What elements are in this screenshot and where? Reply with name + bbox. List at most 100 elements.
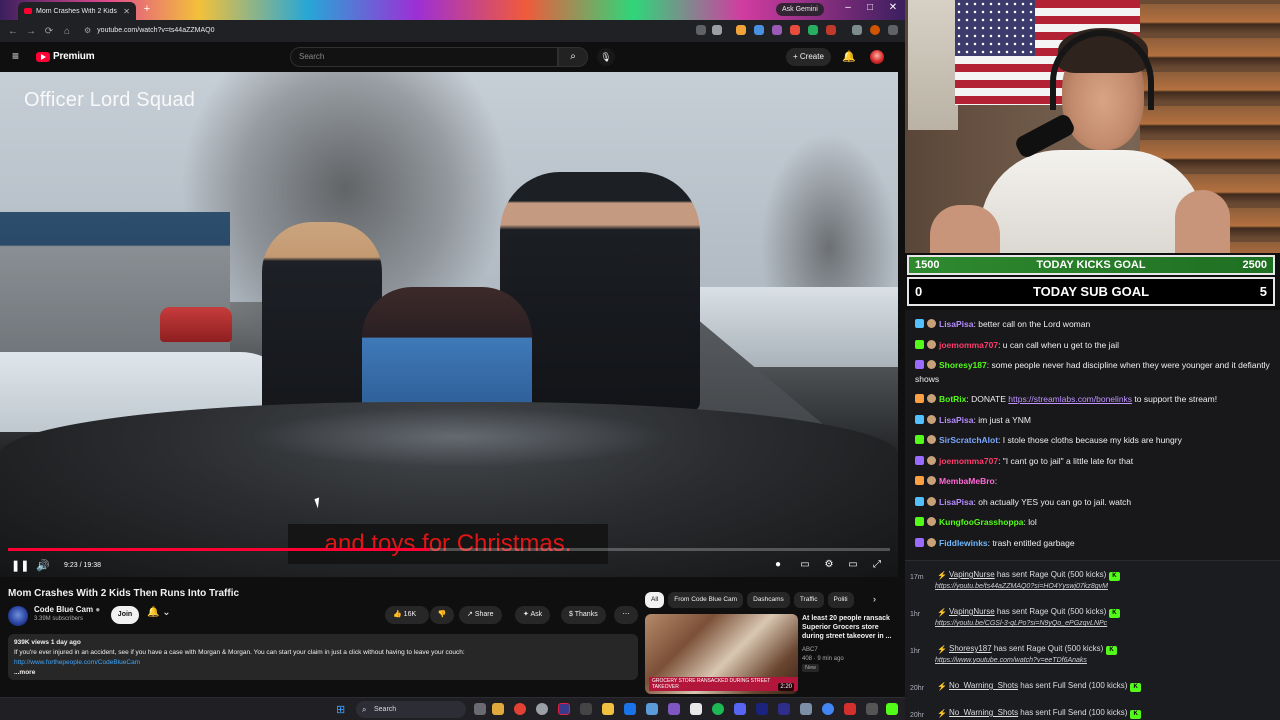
- chat-username[interactable]: MembaMeBro: [939, 476, 995, 486]
- chat-username[interactable]: joemomma707: [939, 456, 998, 466]
- pause-icon[interactable]: ❚❚: [11, 559, 29, 572]
- activity-link[interactable]: https://youtu.be/CGSl-3-qLPo?si=N9yQo_eP…: [935, 620, 1107, 627]
- app-icon[interactable]: [866, 703, 878, 715]
- discord-icon[interactable]: [734, 703, 746, 715]
- chat-username[interactable]: SirScratchAlot: [939, 435, 998, 445]
- extension-icon[interactable]: [772, 25, 782, 35]
- chat-username[interactable]: BotRix: [939, 394, 966, 404]
- bookmark-star-icon[interactable]: [712, 25, 722, 35]
- puzzle-icon[interactable]: [852, 25, 862, 35]
- like-button[interactable]: 👍 16K: [385, 606, 429, 624]
- recommended-thumbnail[interactable]: GROCERY STORE RANSACKED DURING STREET TA…: [645, 614, 798, 694]
- obs-icon[interactable]: [558, 703, 570, 715]
- app-icon[interactable]: [668, 703, 680, 715]
- chip-0[interactable]: All: [645, 592, 665, 608]
- dislike-button[interactable]: 👎: [430, 606, 454, 624]
- extension-icon[interactable]: [754, 25, 764, 35]
- new-tab-button[interactable]: +: [141, 3, 153, 15]
- chat-username[interactable]: LisaPisa: [939, 415, 974, 425]
- channel-name[interactable]: Code Blue Cam ●: [34, 605, 100, 614]
- taskbar-search[interactable]: ⌕ Search: [356, 701, 466, 718]
- spotify-icon[interactable]: [712, 703, 724, 715]
- chrome-icon[interactable]: [514, 703, 526, 715]
- extension-icon[interactable]: [790, 25, 800, 35]
- activity-username[interactable]: No_Warning_Shots: [949, 708, 1018, 717]
- autoplay-toggle-icon[interactable]: ●: [771, 559, 785, 570]
- captions-icon[interactable]: ▭: [798, 559, 812, 570]
- extension-icon[interactable]: [826, 25, 836, 35]
- home-icon[interactable]: ⌂: [58, 26, 76, 37]
- ask-gemini-button[interactable]: Ask Gemini: [776, 3, 824, 16]
- activity-link[interactable]: https://youtu.be/ts44aZZMAQ0?si=HO4Yyswj…: [935, 583, 1108, 590]
- chat-username[interactable]: Shoresy187: [939, 360, 987, 370]
- kick-icon[interactable]: [886, 703, 898, 715]
- activity-username[interactable]: VapingNurse: [949, 570, 995, 579]
- cast-icon[interactable]: [696, 25, 706, 35]
- description-link[interactable]: http://www.forthepeople.com/CodeBlueCam: [14, 658, 632, 668]
- theater-mode-icon[interactable]: ▭: [846, 559, 860, 570]
- join-button[interactable]: Join: [111, 606, 139, 624]
- show-more-link[interactable]: ...more: [14, 668, 632, 678]
- app-icon[interactable]: [580, 703, 592, 715]
- chip-4[interactable]: Politi: [827, 592, 854, 608]
- forward-icon[interactable]: →: [22, 26, 40, 37]
- chip-3[interactable]: Traffic: [793, 592, 824, 608]
- subscribe-bell-icon[interactable]: 🔔 ⌄: [147, 607, 171, 623]
- app-icon[interactable]: [844, 703, 856, 715]
- maximize-icon[interactable]: □: [862, 2, 878, 13]
- app-icon[interactable]: [756, 703, 768, 715]
- chat-username[interactable]: LisaPisa: [939, 319, 974, 329]
- chat-username[interactable]: Fiddlewinks: [939, 538, 988, 548]
- app-icon[interactable]: [690, 703, 702, 715]
- minimize-icon[interactable]: –: [840, 2, 856, 13]
- ask-button[interactable]: ✦ Ask: [515, 606, 551, 624]
- site-info-icon[interactable]: ⚙: [84, 23, 91, 39]
- microphone-icon[interactable]: 🎙: [597, 48, 615, 66]
- activity-link[interactable]: https://www.youtube.com/watch?v=eeTDf6An…: [935, 657, 1087, 664]
- close-window-icon[interactable]: ✕: [885, 2, 901, 13]
- progress-bar[interactable]: [8, 548, 890, 551]
- notifications-bell-icon[interactable]: 🔔: [842, 50, 856, 63]
- app-icon[interactable]: [822, 703, 834, 715]
- folder-icon[interactable]: [602, 703, 614, 715]
- tab-video[interactable]: Mom Crashes With 2 Kids T ✕: [18, 2, 136, 20]
- activity-username[interactable]: No_Warning_Shots: [949, 681, 1018, 690]
- tab-close-icon[interactable]: ✕: [123, 7, 130, 16]
- youtube-logo[interactable]: Premium: [36, 51, 95, 62]
- description-box[interactable]: 939K views 1 day ago If you're ever inju…: [8, 634, 638, 680]
- back-icon[interactable]: ←: [4, 26, 22, 37]
- share-button[interactable]: ↗ Share: [459, 606, 502, 624]
- channel-avatar[interactable]: [8, 606, 28, 626]
- chat-username[interactable]: KungfooGrasshoppa: [939, 517, 1024, 527]
- search-icon[interactable]: ⌕: [558, 47, 588, 67]
- activity-username[interactable]: VapingNurse: [949, 607, 995, 616]
- menu-dots-icon[interactable]: [888, 25, 898, 35]
- app-icon[interactable]: [800, 703, 812, 715]
- app-icon[interactable]: [624, 703, 636, 715]
- extension-icon[interactable]: [736, 25, 746, 35]
- profile-icon[interactable]: [870, 25, 880, 35]
- chat-username[interactable]: LisaPisa: [939, 497, 974, 507]
- thanks-button[interactable]: $ Thanks: [561, 606, 606, 624]
- create-button[interactable]: + Create: [786, 48, 831, 66]
- chip-1[interactable]: From Code Blue Cam: [668, 592, 744, 608]
- chat-link[interactable]: https://streamlabs.com/bonelinks: [1008, 394, 1132, 404]
- app-icon[interactable]: [492, 703, 504, 715]
- settings-gear-icon[interactable]: ⚙: [822, 559, 836, 570]
- chip-2[interactable]: Dashcams: [747, 592, 790, 608]
- premiere-icon[interactable]: [778, 703, 790, 715]
- fullscreen-icon[interactable]: ⤢: [870, 559, 884, 570]
- windows-start-icon[interactable]: ⊞: [336, 703, 345, 716]
- activity-username[interactable]: Shoresy187: [949, 644, 992, 653]
- video-player[interactable]: Officer Lord Squad and toys for Christma…: [0, 72, 898, 577]
- menu-icon[interactable]: ≡: [12, 50, 24, 62]
- app-icon[interactable]: [536, 703, 548, 715]
- app-icon[interactable]: [646, 703, 658, 715]
- reload-icon[interactable]: ⟳: [40, 26, 58, 37]
- volume-icon[interactable]: 🔊: [36, 559, 50, 572]
- task-view-icon[interactable]: [474, 703, 486, 715]
- chat-username[interactable]: joemomma707: [939, 340, 998, 350]
- recommended-title[interactable]: At least 20 people ransack Superior Groc…: [802, 614, 894, 641]
- search-input[interactable]: Search: [290, 47, 558, 67]
- avatar[interactable]: [870, 50, 884, 64]
